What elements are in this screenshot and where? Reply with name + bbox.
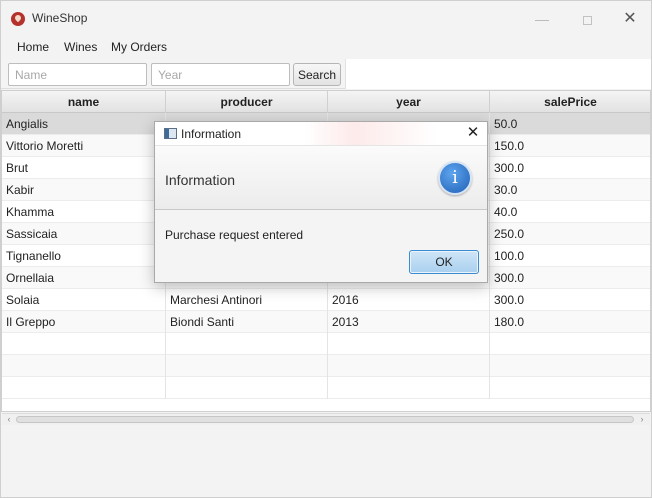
empty-cell — [490, 355, 650, 377]
empty-table-row — [2, 355, 650, 377]
menu-my-orders[interactable]: My Orders — [111, 40, 167, 54]
column-header-producer[interactable]: producer — [166, 91, 328, 113]
cell-year: 2013 — [328, 311, 490, 333]
table-row[interactable]: Il Greppo Biondi Santi 2013 180.0 — [2, 311, 650, 333]
empty-cell — [166, 355, 328, 377]
cell-name: Vittorio Moretti — [2, 135, 166, 157]
menu-home[interactable]: Home — [17, 40, 49, 54]
column-header-saleprice[interactable]: salePrice — [490, 91, 650, 113]
cell-saleprice: 300.0 — [490, 289, 650, 311]
scrollbar-thumb[interactable] — [16, 416, 634, 423]
dialog-close-button[interactable]: ✕ — [465, 125, 481, 141]
cell-producer: Biondi Santi — [166, 311, 328, 333]
dialog-title-bar[interactable]: Information ✕ — [155, 122, 487, 146]
cell-name: Ornellaia — [2, 267, 166, 289]
window-icon — [164, 128, 177, 139]
maximize-icon — [582, 15, 592, 25]
cell-saleprice: 100.0 — [490, 245, 650, 267]
cell-saleprice: 150.0 — [490, 135, 650, 157]
empty-cell — [2, 377, 166, 399]
horizontal-scrollbar[interactable]: ‹ › — [2, 413, 650, 425]
cell-saleprice: 50.0 — [490, 113, 650, 135]
empty-cell — [490, 333, 650, 355]
cell-saleprice: 180.0 — [490, 311, 650, 333]
cell-producer: Marchesi Antinori — [166, 289, 328, 311]
dialog-header: Information i — [155, 146, 487, 210]
maximize-button[interactable] — [567, 7, 607, 31]
empty-table-row — [2, 333, 650, 355]
dialog-header-text: Information — [165, 172, 236, 188]
empty-cell — [2, 355, 166, 377]
cell-name: Sassicaia — [2, 223, 166, 245]
cell-name: Solaia — [2, 289, 166, 311]
minimize-button[interactable]: — — [522, 7, 562, 31]
column-header-name[interactable]: name — [2, 91, 166, 113]
empty-cell — [166, 333, 328, 355]
cell-name: Brut — [2, 157, 166, 179]
wine-app-icon — [11, 12, 25, 26]
window-title: WineShop — [32, 11, 88, 25]
app-window: WineShop — ✕ Home Wines My Orders Search… — [0, 0, 652, 498]
close-window-button[interactable]: ✕ — [610, 7, 650, 31]
cell-saleprice: 300.0 — [490, 157, 650, 179]
table-header: name producer year salePrice — [2, 91, 650, 113]
empty-cell — [490, 377, 650, 399]
toolbar-empty-area — [345, 59, 651, 89]
cell-name: Angialis — [2, 113, 166, 135]
empty-cell — [328, 377, 490, 399]
cell-saleprice: 40.0 — [490, 201, 650, 223]
cell-saleprice: 30.0 — [490, 179, 650, 201]
cell-name: Il Greppo — [2, 311, 166, 333]
empty-cell — [328, 333, 490, 355]
scroll-left-icon[interactable]: ‹ — [3, 413, 15, 425]
cell-year: 2016 — [328, 289, 490, 311]
dialog-title: Information — [181, 127, 242, 141]
ok-button[interactable]: OK — [409, 250, 479, 274]
empty-cell — [166, 377, 328, 399]
name-search-input[interactable] — [8, 63, 147, 86]
information-dialog: Information ✕ Information i Purchase req… — [154, 121, 488, 283]
menu-wines[interactable]: Wines — [64, 40, 97, 54]
search-button[interactable]: Search — [293, 63, 341, 86]
table-row[interactable]: Solaia Marchesi Antinori 2016 300.0 — [2, 289, 650, 311]
cell-name: Tignanello — [2, 245, 166, 267]
column-header-year[interactable]: year — [328, 91, 490, 113]
empty-cell — [2, 333, 166, 355]
empty-cell — [328, 355, 490, 377]
cell-saleprice: 250.0 — [490, 223, 650, 245]
search-toolbar: Search — [1, 59, 651, 89]
cell-name: Kabir — [2, 179, 166, 201]
year-search-input[interactable] — [151, 63, 290, 86]
empty-table-row — [2, 377, 650, 399]
dialog-message: Purchase request entered — [165, 228, 304, 242]
title-bar[interactable]: WineShop — ✕ — [1, 1, 651, 37]
menu-bar: Home Wines My Orders — [1, 37, 651, 59]
info-icon: i — [438, 161, 472, 195]
cell-name: Khamma — [2, 201, 166, 223]
cell-saleprice: 300.0 — [490, 267, 650, 289]
scroll-right-icon[interactable]: › — [636, 413, 648, 425]
